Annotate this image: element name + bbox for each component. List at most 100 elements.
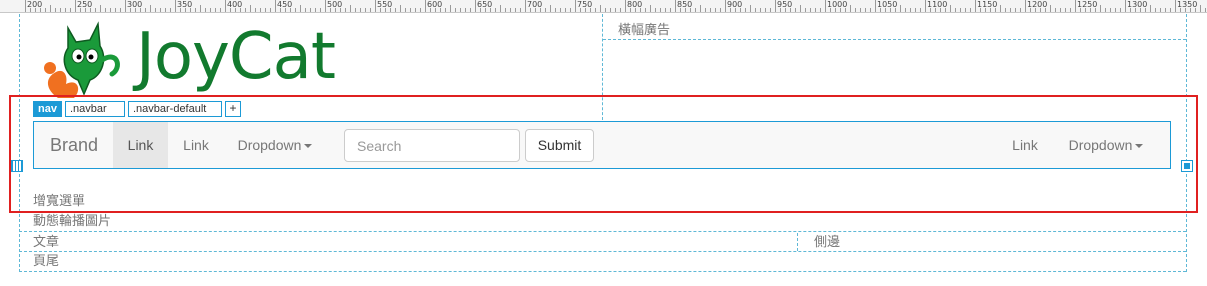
- ruler-minor-tick: [945, 8, 946, 12]
- ruler-minor-tick: [1000, 5, 1001, 12]
- ruler-minor-tick: [1135, 8, 1136, 12]
- resize-handle-right[interactable]: [1181, 160, 1193, 172]
- ruler-minor-tick: [820, 8, 821, 12]
- ruler-minor-tick: [1120, 8, 1121, 12]
- ruler-minor-tick: [750, 5, 751, 12]
- ruler-minor-tick: [595, 8, 596, 12]
- ruler-minor-tick: [965, 8, 966, 12]
- ruler-minor-tick: [1085, 8, 1086, 12]
- ruler-minor-tick: [585, 8, 586, 12]
- ruler-minor-tick: [780, 8, 781, 12]
- ruler-minor-tick: [770, 8, 771, 12]
- cat-mascot-icon: [44, 21, 120, 98]
- ruler-minor-tick: [580, 8, 581, 12]
- ruler-minor-tick: [1155, 8, 1156, 12]
- ruler-minor-tick: [1185, 8, 1186, 12]
- navbar-brand[interactable]: Brand: [50, 122, 98, 168]
- ruler-minor-tick: [950, 5, 951, 12]
- ruler-minor-tick: [880, 8, 881, 12]
- ruler-minor-tick: [130, 8, 131, 12]
- ruler-minor-tick: [680, 8, 681, 12]
- ruler-minor-tick: [1100, 5, 1101, 12]
- ruler-minor-tick: [410, 8, 411, 12]
- nav-link[interactable]: Link: [168, 122, 224, 168]
- resize-handle-left[interactable]: [11, 160, 23, 172]
- nav-dropdown-label: Dropdown: [237, 137, 302, 153]
- ruler-minor-tick: [45, 8, 46, 12]
- ruler-minor-tick: [995, 8, 996, 12]
- ruler-minor-tick: [460, 8, 461, 12]
- ruler-minor-tick: [250, 5, 251, 12]
- ruler-minor-tick: [955, 8, 956, 12]
- guide-banner-bottom: [603, 39, 1186, 40]
- ruler-minor-tick: [640, 8, 641, 12]
- ruler-minor-tick: [490, 8, 491, 12]
- ruler-minor-tick: [505, 8, 506, 12]
- ruler-minor-tick: [635, 8, 636, 12]
- ruler-minor-tick: [115, 8, 116, 12]
- footer-label: 頁尾: [33, 254, 60, 269]
- ruler-minor-tick: [355, 8, 356, 12]
- ruler-minor-tick: [815, 8, 816, 12]
- ruler-minor-tick: [1040, 8, 1041, 12]
- nav-dropdown-right[interactable]: Dropdown: [1054, 122, 1158, 168]
- ruler-minor-tick: [365, 8, 366, 12]
- ruler-minor-tick: [70, 8, 71, 12]
- ruler-minor-tick: [855, 8, 856, 12]
- ruler-major-tick: [825, 0, 826, 12]
- ruler-minor-tick: [50, 5, 51, 12]
- ruler-minor-tick: [1195, 8, 1196, 12]
- ruler-minor-tick: [915, 8, 916, 12]
- ruler-minor-tick: [465, 8, 466, 12]
- nav-dropdown-left[interactable]: Dropdown: [224, 122, 326, 168]
- ruler-minor-tick: [300, 5, 301, 12]
- ruler-minor-tick: [370, 8, 371, 12]
- ruler-minor-tick: [385, 8, 386, 12]
- ruler-minor-tick: [515, 8, 516, 12]
- selector-class-navbar[interactable]: .navbar: [64, 101, 125, 117]
- ruler-minor-tick: [350, 5, 351, 12]
- ruler-major-tick: [875, 0, 876, 12]
- nav-link-active[interactable]: Link: [113, 122, 168, 168]
- ruler-minor-tick: [810, 8, 811, 12]
- ruler-minor-tick: [1050, 5, 1051, 12]
- ruler-minor-tick: [940, 8, 941, 12]
- nav-link-right[interactable]: Link: [1000, 122, 1050, 168]
- ruler-minor-tick: [555, 8, 556, 12]
- add-class-button[interactable]: +: [224, 101, 241, 117]
- ruler-minor-tick: [655, 8, 656, 12]
- ruler-minor-tick: [890, 8, 891, 12]
- ruler-major-tick: [425, 0, 426, 12]
- ruler-major-tick: [675, 0, 676, 12]
- ruler-major-tick: [625, 0, 626, 12]
- ruler-major-tick: [775, 0, 776, 12]
- search-input[interactable]: [344, 129, 520, 162]
- ruler-minor-tick: [695, 8, 696, 12]
- ruler-minor-tick: [1080, 8, 1081, 12]
- ruler-major-tick: [375, 0, 376, 12]
- submit-button[interactable]: Submit: [525, 129, 594, 162]
- ruler-minor-tick: [1130, 8, 1131, 12]
- ruler-minor-tick: [1090, 8, 1091, 12]
- ruler-major-tick: [125, 0, 126, 12]
- ruler-minor-tick: [485, 8, 486, 12]
- ruler-minor-tick: [400, 5, 401, 12]
- ruler-major-tick: [225, 0, 226, 12]
- nav-dropdown-label: Dropdown: [1068, 137, 1133, 153]
- logo: JoyCat: [38, 20, 383, 100]
- ruler-minor-tick: [745, 8, 746, 12]
- ruler-minor-tick: [55, 8, 56, 12]
- ruler-minor-tick: [1115, 8, 1116, 12]
- ruler-major-tick: [975, 0, 976, 12]
- selector-class-navbar-default[interactable]: .navbar-default: [127, 101, 222, 117]
- ruler-minor-tick: [920, 8, 921, 12]
- selector-tag[interactable]: nav: [33, 101, 62, 117]
- ruler-minor-tick: [1020, 8, 1021, 12]
- ruler-minor-tick: [795, 8, 796, 12]
- ruler-minor-tick: [545, 8, 546, 12]
- ruler-major-tick: [1025, 0, 1026, 12]
- ruler-minor-tick: [480, 8, 481, 12]
- ruler-minor-tick: [660, 8, 661, 12]
- ruler-minor-tick: [340, 8, 341, 12]
- ruler-major-tick: [725, 0, 726, 12]
